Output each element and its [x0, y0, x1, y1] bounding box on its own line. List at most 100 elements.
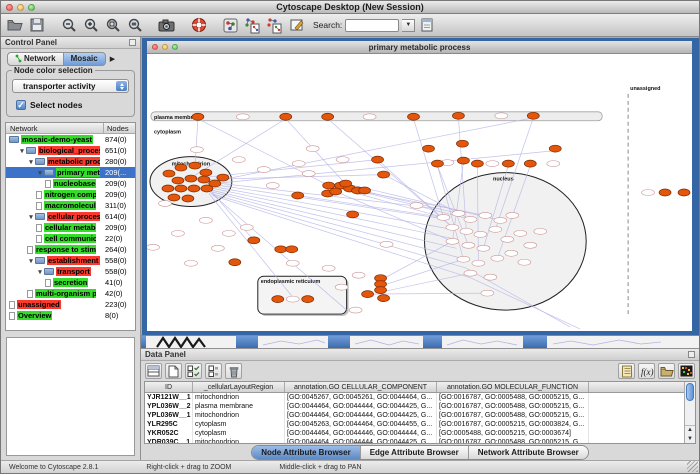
network-node-unhighlighted[interactable] [642, 190, 655, 196]
network-node[interactable] [347, 211, 359, 218]
network-node[interactable] [330, 188, 342, 195]
table-row[interactable]: YKR052Ccytoplasm[GO:0044464, GO:0044446,… [145, 429, 695, 438]
network-node-unhighlighted[interactable] [505, 250, 518, 256]
network-node-unhighlighted[interactable] [292, 161, 305, 167]
network-node-unhighlighted[interactable] [286, 260, 299, 266]
network-node[interactable] [280, 113, 292, 120]
zoom-in-icon[interactable] [81, 16, 100, 35]
network-canvas[interactable]: plasma membranecytoplasmmitochondrionnuc… [147, 54, 692, 331]
search-dropdown-icon[interactable]: ▼ [402, 19, 415, 32]
save-session-button[interactable] [27, 16, 46, 35]
network-node-unhighlighted[interactable] [514, 230, 527, 236]
tree-row-nitrogen-compo[interactable]: nitrogen compo209(0) [6, 189, 135, 200]
network-from-selected-nodes-icon[interactable] [243, 16, 262, 35]
network-node[interactable] [275, 246, 287, 253]
tree-row-cellular-process[interactable]: ▾cellular process614(0) [6, 211, 135, 222]
tab-network-attribute-browser[interactable]: Network Attribute Browser [469, 446, 588, 459]
network-node[interactable] [375, 287, 387, 294]
table-row[interactable]: YLR295Ccytoplasm[GO:0045263, GO:0044464,… [145, 420, 695, 429]
snapshot-camera-icon[interactable] [157, 16, 176, 35]
network-node-unhighlighted[interactable] [534, 228, 547, 234]
network-node[interactable] [372, 156, 384, 163]
network-node[interactable] [457, 157, 469, 164]
network-node-unhighlighted[interactable] [410, 202, 423, 208]
network-node[interactable] [198, 176, 210, 183]
delete-attribute-trash-icon[interactable] [225, 363, 242, 379]
tree-row-macromolecule[interactable]: macromolecule311(0) [6, 200, 135, 211]
network-node[interactable] [362, 291, 374, 298]
network-node-unhighlighted[interactable] [481, 290, 494, 296]
network-node-unhighlighted[interactable] [199, 217, 212, 223]
select-attributes-icon[interactable] [185, 363, 202, 379]
network-node-unhighlighted[interactable] [460, 228, 473, 234]
table-column-header[interactable]: annotation.GO MOLECULAR_FUNCTION [437, 382, 589, 392]
tree-row-transport[interactable]: ▾transport558(0) [6, 266, 135, 277]
tree-row-nucleobase-[interactable]: nucleobase-209(0) [6, 178, 135, 189]
network-node[interactable] [229, 259, 241, 266]
network-node-unhighlighted[interactable] [489, 226, 502, 232]
tree-row-cell-communicat[interactable]: cell communicat22(0) [6, 233, 135, 244]
network-node-unhighlighted[interactable] [352, 272, 365, 278]
network-node-unhighlighted[interactable] [211, 245, 224, 251]
network-node-unhighlighted[interactable] [457, 256, 470, 262]
resize-grip[interactable] [687, 461, 698, 472]
network-node[interactable] [378, 171, 390, 178]
network-node[interactable] [340, 180, 352, 187]
network-node-unhighlighted[interactable] [494, 217, 507, 223]
network-node[interactable] [431, 160, 443, 167]
network-node[interactable] [323, 182, 335, 189]
table-row[interactable]: YDR039C__1mitochondrion[GO:0044464, GO:0… [145, 438, 695, 444]
tab-node-attribute-browser[interactable]: Node Attribute Browser [252, 446, 361, 459]
tree-row-biological-process[interactable]: ▾biological_process651(0) [6, 145, 135, 156]
table-row[interactable]: YPL036W__2plasma membrane[GO:0044464, GO… [145, 402, 695, 411]
network-node[interactable] [163, 170, 175, 177]
tree-expand-arrow[interactable]: ▾ [18, 147, 26, 155]
network-node-unhighlighted[interactable] [306, 146, 319, 152]
network-node[interactable] [209, 180, 221, 187]
network-node-unhighlighted[interactable] [380, 241, 393, 247]
tree-row-multi-organism-pro[interactable]: multi-organism pro42(0) [6, 288, 135, 299]
network-node[interactable] [200, 169, 212, 176]
saved-search-icon[interactable] [418, 16, 437, 35]
network-node-unhighlighted[interactable] [446, 238, 459, 244]
network-node-unhighlighted[interactable] [158, 200, 171, 206]
node-color-combobox[interactable]: transporter activity [12, 79, 129, 93]
search-input[interactable] [345, 19, 399, 32]
attribute-table-header[interactable]: ID_cellularLayoutRegionannotation.GO CEL… [145, 382, 695, 393]
background-windows-strip[interactable] [141, 335, 699, 348]
tree-expand-arrow[interactable]: ▾ [36, 169, 44, 177]
float-panel-icon[interactable] [129, 39, 136, 46]
import-attributes-folder-icon[interactable] [658, 363, 675, 379]
tree-row-establishment-of-lo[interactable]: ▾establishment of lo558(0) [6, 255, 135, 266]
tree-row-cellular-metabo[interactable]: cellular metabo209(0) [6, 222, 135, 233]
tree-row-primary-metabol[interactable]: ▾primary metabol209(... [6, 167, 135, 178]
network-node[interactable] [678, 189, 690, 196]
open-session-button[interactable] [5, 16, 24, 35]
help-lifesaver-icon[interactable] [189, 16, 208, 35]
network-node-unhighlighted[interactable] [184, 260, 197, 266]
table-column-header[interactable]: annotation.GO CELLULAR_COMPONENT [285, 382, 437, 392]
unselect-attributes-icon[interactable] [205, 363, 222, 379]
network-node[interactable] [322, 113, 334, 120]
tree-row-secretion[interactable]: secretion41(0) [6, 277, 135, 288]
network-node-unhighlighted[interactable] [464, 216, 477, 222]
network-node-unhighlighted[interactable] [491, 255, 504, 261]
network-node[interactable] [185, 175, 197, 182]
network-node[interactable] [659, 189, 671, 196]
network-node-unhighlighted[interactable] [472, 260, 485, 266]
scrollbar-arrows[interactable]: ▲▼ [685, 425, 695, 443]
network-node-unhighlighted[interactable] [236, 114, 249, 120]
network-node[interactable] [182, 195, 194, 202]
network-node-unhighlighted[interactable] [464, 270, 477, 276]
network-node-unhighlighted[interactable] [462, 242, 475, 248]
annotation-icon[interactable] [287, 16, 306, 35]
scrollbar-thumb[interactable] [686, 383, 694, 401]
table-row[interactable]: YJR121W__1mitochondrion[GO:0045267, GO:0… [145, 393, 695, 402]
network-node[interactable] [248, 237, 260, 244]
network-node[interactable] [502, 160, 514, 167]
birdseye-view-panel[interactable] [6, 337, 135, 456]
network-node-unhighlighted[interactable] [349, 307, 362, 313]
network-node-unhighlighted[interactable] [479, 212, 492, 218]
zoom-out-icon[interactable] [59, 16, 78, 35]
tab-overflow-arrow[interactable]: ▶ [110, 55, 115, 63]
